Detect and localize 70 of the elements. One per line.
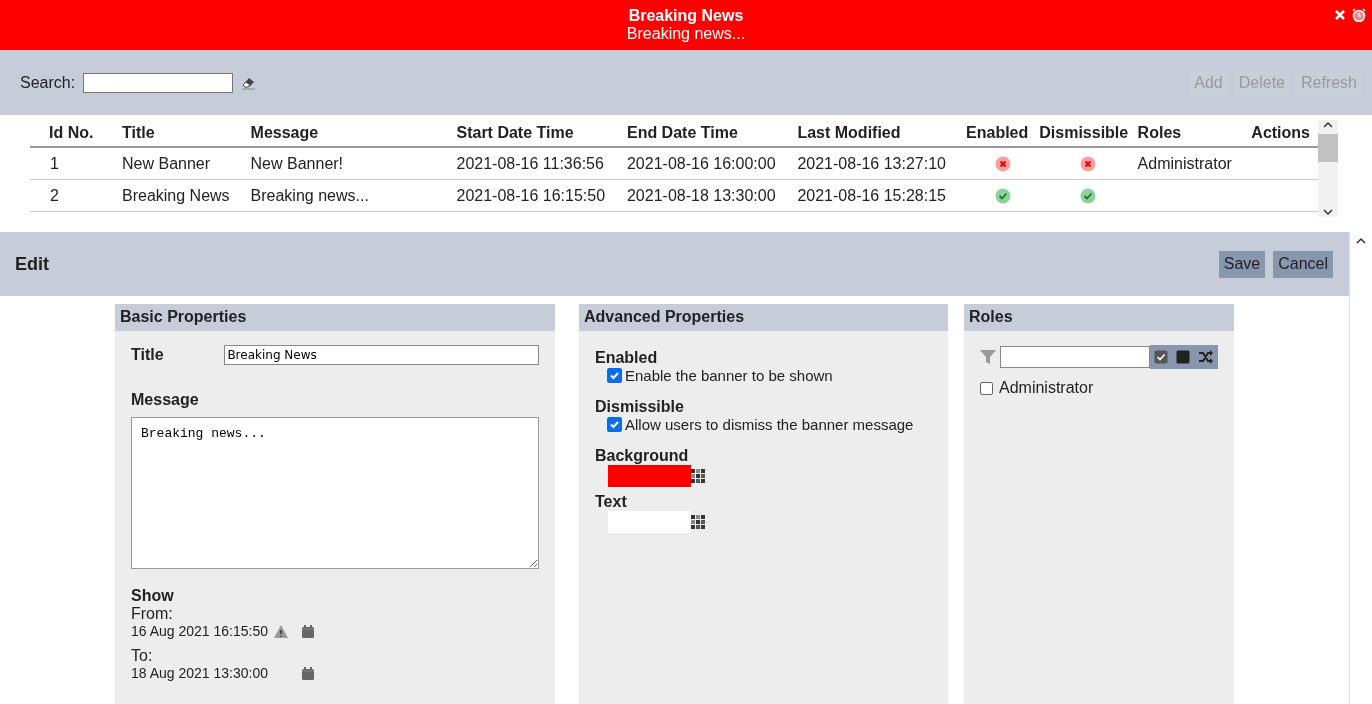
checkbox-label: Administrator (999, 379, 1094, 397)
search-field[interactable] (83, 72, 234, 93)
title-field[interactable]: Breaking News (224, 345, 539, 365)
field-label: Show (131, 587, 175, 605)
close-icon[interactable] (1334, 9, 1346, 21)
banner-message: Breaking news... (626, 25, 746, 43)
checkbox[interactable] (607, 417, 622, 432)
table-cell: 2021-08-16 16:15:50 (456, 179, 627, 212)
table-cell: 2 (30, 179, 122, 212)
panel-heading: Basic Properties (115, 304, 555, 331)
scroll-up-icon (1355, 236, 1367, 246)
column-header[interactable]: Title (122, 120, 251, 147)
checkbox-label: Allow users to dismiss the banner message (625, 416, 914, 433)
table-cell: 2021-08-16 13:27:10 (797, 147, 967, 180)
checkbox[interactable] (607, 368, 622, 383)
column-header[interactable]: Dismissible (1039, 120, 1138, 147)
table-cell: New Banner (122, 147, 251, 180)
checkbox-label: Enable the banner to be shown (625, 367, 833, 384)
palette-grid-icon[interactable] (691, 469, 705, 483)
scrollbar[interactable] (1318, 120, 1338, 217)
check-all-icon[interactable] (1154, 350, 1168, 364)
field-label: Message (131, 391, 200, 409)
column-header[interactable]: Start Date Time (456, 120, 627, 147)
calendar-icon[interactable] (301, 665, 315, 681)
table-cell: New Banner! (250, 147, 457, 180)
color-swatch[interactable] (608, 511, 691, 533)
table-cell: 2021-08-16 16:00:00 (626, 147, 798, 180)
column-header[interactable]: Roles (1137, 120, 1252, 147)
color-swatch[interactable] (608, 465, 691, 487)
field-label: Title (131, 346, 165, 364)
save-button[interactable]: Save (1218, 250, 1266, 278)
cancel-button[interactable]: Cancel (1273, 250, 1333, 278)
table-cell: 2021-08-16 15:28:15 (797, 179, 967, 212)
date-value: 18 Aug 2021 13:30:00 (131, 665, 270, 681)
table-cell: Breaking News (122, 179, 251, 212)
panel-heading: Advanced Properties (579, 304, 948, 331)
filter-field[interactable] (1000, 346, 1150, 368)
message-field[interactable]: Breaking news... (131, 417, 539, 569)
field-label: Text (595, 493, 628, 511)
field-label: Enabled (595, 349, 659, 367)
table-cell: 2021-08-16 11:36:56 (456, 147, 627, 180)
column-header[interactable]: Last Modified (797, 120, 967, 147)
banner-title: Breaking News (628, 7, 744, 25)
column-header[interactable]: End Date Time (626, 120, 798, 147)
table-cell: Administrator (1137, 154, 1232, 172)
scrollbar-thumb[interactable] (1318, 134, 1338, 162)
column-header[interactable]: Message (250, 120, 457, 147)
shuffle-icon[interactable] (1198, 350, 1214, 364)
square-icon[interactable] (1176, 350, 1190, 364)
panel-heading: Roles (964, 304, 1234, 331)
column-header[interactable]: Enabled (966, 120, 1040, 147)
field-label: Dismissible (595, 398, 685, 416)
search-label: Search: (20, 73, 76, 92)
field-label: From: (131, 605, 174, 623)
palette-grid-icon[interactable] (691, 515, 705, 529)
field-label: Background (595, 447, 690, 465)
column-header[interactable]: Id No. (30, 120, 122, 147)
field-label: To: (131, 647, 154, 665)
checkbox[interactable] (980, 381, 993, 395)
scroll-down-icon (1322, 207, 1334, 217)
table-cell: 2021-08-18 13:30:00 (626, 179, 798, 212)
alarm-clock-icon[interactable] (1352, 8, 1366, 22)
calendar-icon[interactable] (301, 623, 315, 639)
scroll-up-icon (1322, 120, 1334, 130)
eraser-icon[interactable] (241, 75, 257, 90)
table-cell: 1 (30, 147, 122, 180)
table-cell: Breaking news... (250, 179, 457, 212)
edit-title: Edit (15, 253, 49, 275)
filter-icon (980, 349, 996, 365)
date-value: 16 Aug 2021 16:15:50 (131, 623, 270, 639)
